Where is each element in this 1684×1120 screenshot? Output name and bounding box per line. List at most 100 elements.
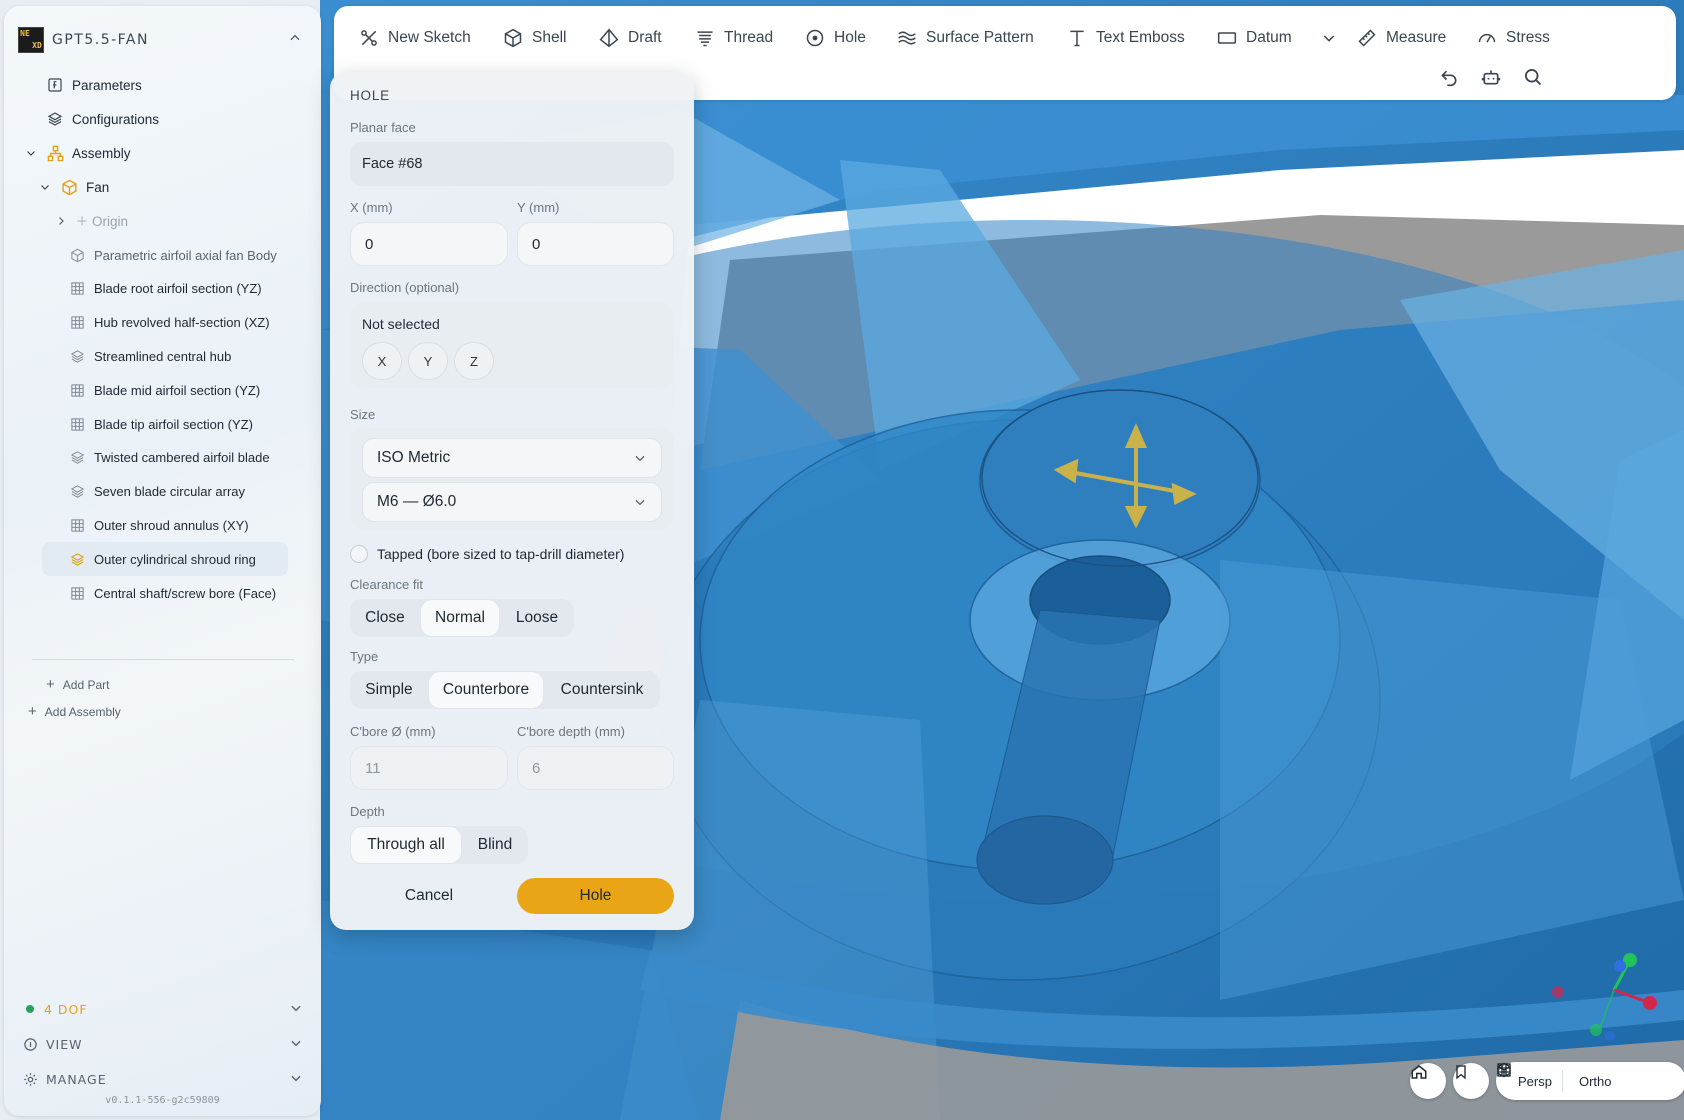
tree-item-label: Central shaft/screw bore (Face) — [94, 585, 277, 601]
size-group: ISO Metric M6 — Ø6.0 — [350, 428, 674, 530]
tool-draft[interactable]: Draft — [598, 18, 662, 58]
datum-dropdown-toggle[interactable] — [1318, 18, 1348, 58]
tool-label: Stress — [1506, 29, 1550, 46]
dof-section[interactable]: 4 DOF — [22, 996, 303, 1022]
tool-datum[interactable]: Datum — [1216, 18, 1292, 58]
chevron-right-icon[interactable] — [54, 214, 68, 228]
plus-icon: + — [28, 703, 37, 720]
tree-item-feature[interactable]: Parametric airfoil axial fan Body — [68, 238, 277, 272]
tool-label: Surface Pattern — [926, 29, 1034, 46]
clearance-loose-option[interactable]: Loose — [500, 599, 574, 637]
sidebar-header: NE XD GPT5.5-FAN — [18, 22, 307, 58]
tree-item-feature[interactable]: Streamlined central hub — [68, 339, 231, 373]
tree-item-feature[interactable]: Blade root airfoil section (YZ) — [68, 272, 262, 306]
bookmark-view-button[interactable] — [1453, 1063, 1489, 1099]
tree-item-feature[interactable]: Blade tip airfoil section (YZ) — [68, 407, 253, 441]
size-select[interactable]: M6 — Ø6.0 — [362, 482, 662, 522]
tool-new-sketch[interactable]: New Sketch — [358, 18, 471, 58]
chevron-down-icon[interactable] — [38, 180, 52, 194]
tool-shell[interactable]: Shell — [502, 18, 566, 58]
option-label: Normal — [435, 609, 485, 626]
cbore-dia-value: 11 — [365, 759, 381, 777]
axis-z-button[interactable]: Z — [454, 342, 494, 380]
tool-hole[interactable]: Hole — [804, 18, 866, 58]
type-simple-option[interactable]: Simple — [350, 671, 428, 709]
tree-item-feature[interactable]: Seven blade circular array — [68, 475, 245, 509]
tool-label: Thread — [724, 29, 774, 46]
type-counterbore-option[interactable]: Counterbore — [428, 671, 544, 709]
clearance-normal-option[interactable]: Normal — [420, 599, 500, 637]
tree-item-assembly[interactable]: Assembly — [24, 136, 131, 170]
tool-label: New Sketch — [388, 29, 471, 46]
depth-selector: Through all Blind — [350, 826, 528, 864]
add-part-button[interactable]: + Add Part — [46, 676, 109, 693]
y-input[interactable]: 0 — [517, 222, 674, 266]
tree-item-fan[interactable]: Fan — [38, 170, 109, 204]
chevron-down-icon — [1318, 27, 1340, 49]
tree-item-feature[interactable]: Twisted cambered airfoil blade — [68, 441, 270, 475]
tree-item-parameters[interactable]: Parameters — [46, 68, 142, 102]
cbore-dia-input[interactable]: 11 — [350, 746, 508, 790]
function-icon — [46, 76, 64, 94]
depth-blind-option[interactable]: Blind — [462, 826, 528, 864]
ortho-option[interactable]: Ortho — [1497, 1063, 1622, 1096]
undo-button[interactable] — [1434, 64, 1464, 94]
tool-surface-pattern[interactable]: Surface Pattern — [896, 18, 1034, 58]
tree-item-feature[interactable]: Hub revolved half-section (XZ) — [68, 306, 270, 340]
tree-item-feature[interactable]: Outer shroud annulus (XY) — [68, 508, 249, 542]
tool-thread[interactable]: Thread — [694, 18, 773, 58]
planar-face-field[interactable]: Face #68 — [350, 142, 674, 186]
cancel-label: Cancel — [404, 887, 454, 904]
chevron-down-icon[interactable] — [24, 146, 38, 160]
add-assembly-button[interactable]: + Add Assembly — [28, 703, 121, 720]
collapse-sidebar-button[interactable] — [283, 28, 307, 52]
tree-item-feature[interactable]: Blade mid airfoil section (YZ) — [68, 373, 260, 407]
type-countersink-option[interactable]: Countersink — [544, 671, 660, 709]
robot-icon — [1481, 67, 1501, 92]
gauge-icon — [1476, 27, 1498, 49]
tree-item-label: Fan — [86, 179, 110, 195]
view-section[interactable]: VIEW — [22, 1031, 303, 1057]
home-view-button[interactable] — [1410, 1063, 1446, 1099]
ai-assistant-button[interactable] — [1476, 64, 1506, 94]
tool-text-emboss[interactable]: Text Emboss — [1066, 18, 1185, 58]
manage-section[interactable]: MANAGE — [22, 1066, 303, 1092]
sidebar: NE XD GPT5.5-FAN Parameters Configuration… — [4, 6, 321, 1116]
tool-stress[interactable]: Stress — [1476, 18, 1550, 58]
tree-item-feature[interactable]: Outer cylindrical shroud ring — [42, 542, 288, 577]
tool-measure[interactable]: Measure — [1356, 18, 1446, 58]
shell-icon — [502, 27, 524, 49]
tree-item-origin[interactable]: Origin — [54, 204, 128, 238]
depth-through-all-option[interactable]: Through all — [350, 826, 462, 864]
clearance-close-option[interactable]: Close — [350, 599, 420, 637]
hole-submit-button[interactable]: Hole — [517, 878, 674, 914]
standard-value: ISO Metric — [377, 449, 451, 466]
x-input[interactable]: 0 — [350, 222, 508, 266]
axis-y-label: Y — [423, 353, 433, 369]
body-icon — [68, 246, 86, 264]
cancel-button[interactable]: Cancel — [350, 878, 508, 914]
tool-label: Hole — [834, 29, 866, 46]
sketch-grid-icon — [68, 314, 86, 332]
undo-icon — [1439, 67, 1459, 92]
tree-item-label: Streamlined central hub — [94, 348, 232, 364]
manage-label: MANAGE — [46, 1071, 107, 1087]
standard-select[interactable]: ISO Metric — [362, 438, 662, 478]
ruler-icon — [1356, 27, 1378, 49]
search-button[interactable] — [1518, 64, 1548, 94]
cbore-depth-input[interactable]: 6 — [517, 746, 674, 790]
part-cube-icon — [60, 178, 78, 196]
axis-y-button[interactable]: Y — [408, 342, 448, 380]
sketch-grid-icon — [68, 584, 86, 602]
tapped-checkbox[interactable] — [350, 545, 368, 563]
persp-label: Persp — [1518, 1073, 1552, 1089]
x-label: X (mm) — [350, 200, 393, 215]
divider — [32, 659, 294, 660]
chevron-down-icon — [289, 1071, 303, 1088]
tree-item-configurations[interactable]: Configurations — [46, 102, 159, 136]
panel-title: HOLE — [350, 88, 390, 103]
version-label: v0.1.1-556-g2c59809 — [105, 1095, 220, 1106]
tree-item-feature[interactable]: Central shaft/screw bore (Face) — [68, 576, 276, 610]
axis-x-button[interactable]: X — [362, 342, 402, 380]
tree-item-label: Configurations — [72, 111, 160, 127]
